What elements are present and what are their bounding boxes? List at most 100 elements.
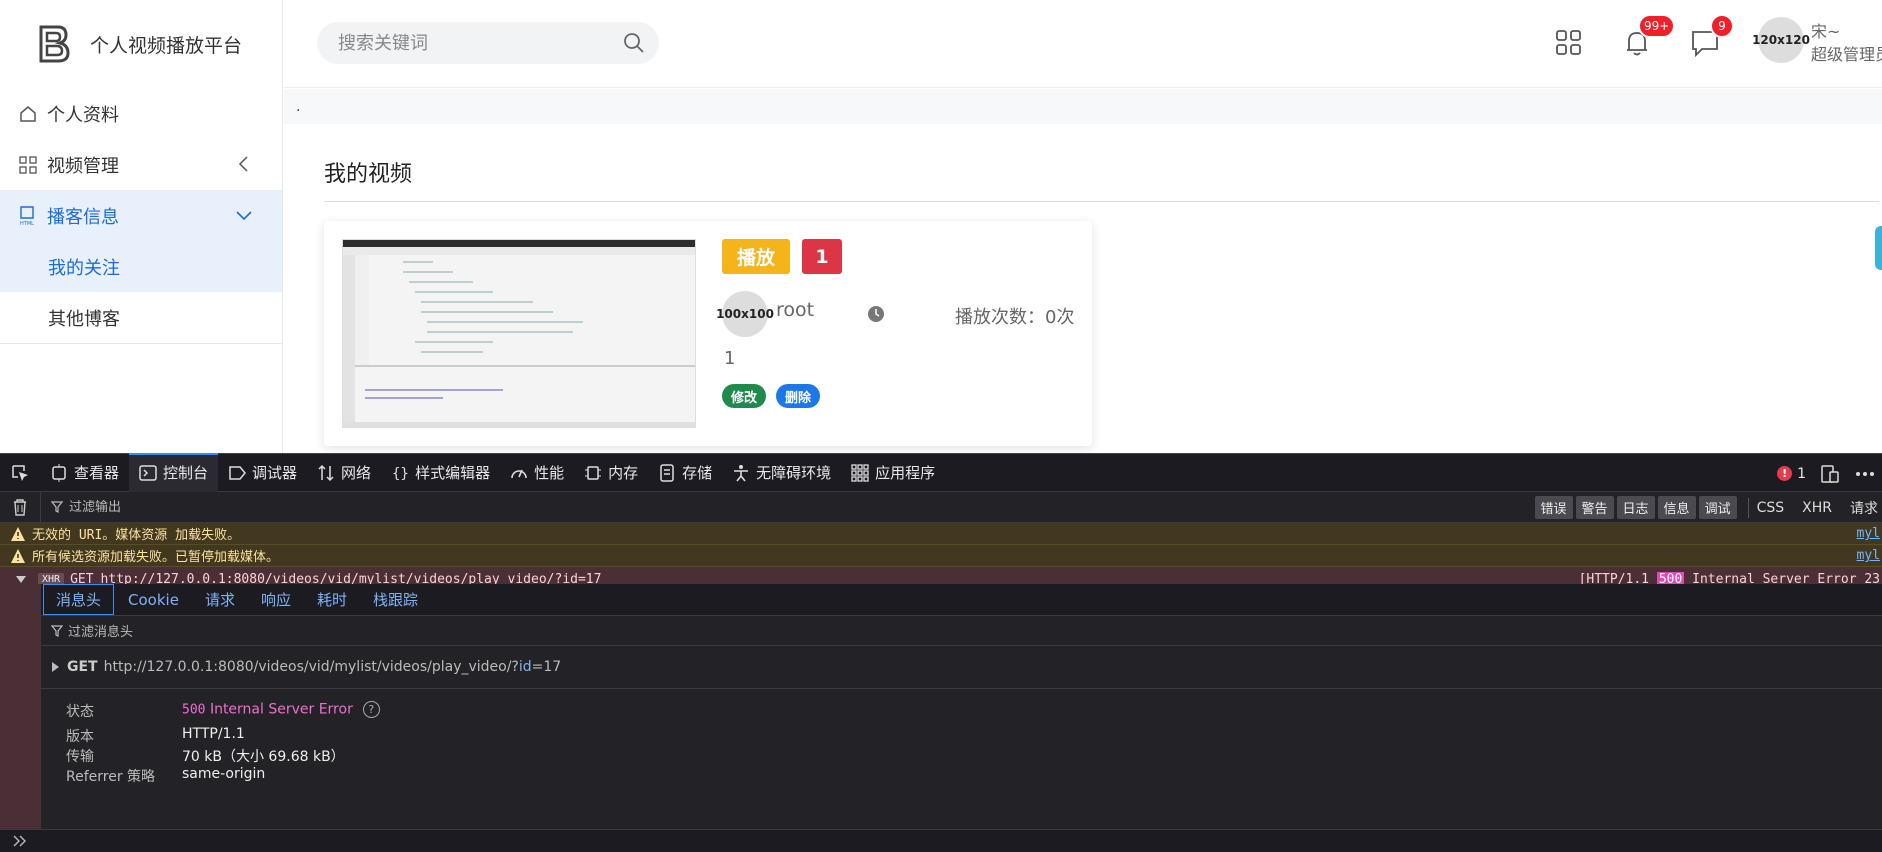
play-button[interactable]: 播放 [722, 239, 790, 274]
video-card: 播放 1 100x100 root 播放次数：0次 1 修改 删除 [324, 221, 1092, 446]
sidebar-item-label: 个人资料 [47, 104, 119, 126]
tab-label: 控制台 [163, 464, 209, 482]
content-panel: 我的视频 播放 1 100x100 root 播放次数：0次 1 修改 删除 [284, 124, 1882, 453]
tab-label: 无障碍环境 [756, 464, 832, 482]
app-title: 个人视频播放平台 [90, 34, 243, 57]
trash-icon[interactable] [0, 498, 40, 516]
top-bar: 99+ 9 120x120 宋~ 超级管理员 [284, 0, 1882, 88]
app-window: 个人视频播放平台 个人资料 视频管理 HTML 播客信息 我的关注 其他博客 搜… [0, 0, 1882, 453]
tab-inspector[interactable]: 查看器 [40, 453, 129, 492]
search-icon[interactable] [623, 32, 645, 54]
clock-icon [868, 306, 884, 322]
transfer-value: 70 kB（大小 69.68 kB） [182, 749, 345, 765]
level-xhr[interactable]: XHR [1802, 500, 1832, 516]
console-warning-row[interactable]: 所有候选资源加载失败。已暂停加载媒体。 myl [0, 545, 1882, 567]
tab-application[interactable]: 应用程序 [841, 453, 945, 492]
tab-performance[interactable]: 性能 [500, 453, 574, 492]
tab-debugger[interactable]: 调试器 [218, 453, 307, 492]
responsive-design-icon[interactable] [1820, 464, 1840, 484]
style-editor-icon: {} [392, 466, 409, 482]
filter-icon [51, 624, 63, 637]
tab-label: 内存 [608, 464, 639, 482]
console-filter-input[interactable] [69, 499, 369, 515]
edit-button[interactable]: 修改 [722, 384, 766, 408]
tab-headers[interactable]: 消息头 [43, 584, 115, 615]
level-logs[interactable]: 日志 [1616, 496, 1655, 519]
delete-button[interactable]: 删除 [776, 384, 820, 408]
console-filter-bar: 错误 警告 日志 信息 调试 CSS XHR 请求 [0, 491, 1882, 523]
xhr-detail-inner: 消息头 Cookie 请求 响应 耗时 栈跟踪 过滤消息头 GET http:/… [41, 584, 1882, 829]
sidebar-submenu: 我的关注 其他博客 [0, 241, 282, 344]
tab-request[interactable]: 请求 [193, 585, 247, 614]
brand-logo-icon [39, 25, 70, 63]
sidebar-item-podcast[interactable]: HTML 播客信息 [0, 190, 282, 241]
video-thumbnail[interactable] [342, 239, 696, 428]
level-info[interactable]: 信息 [1657, 496, 1696, 519]
sidebar-item-my-follow[interactable]: 我的关注 [0, 241, 282, 292]
search-input[interactable] [338, 32, 608, 54]
logo[interactable]: 个人视频播放平台 [0, 0, 282, 88]
console-filter [40, 491, 369, 523]
sidebar-item-label: 我的关注 [48, 257, 120, 279]
accessibility-icon [734, 464, 749, 481]
author-name: root [776, 299, 815, 321]
html-icon: HTML [18, 205, 38, 226]
chevron-left-icon [238, 156, 248, 172]
apps-grid-icon[interactable] [1554, 28, 1584, 58]
help-icon[interactable]: ? [362, 701, 380, 718]
status-key: 状态 [66, 704, 94, 720]
warning-icon [11, 548, 25, 563]
headers-filter[interactable]: 过滤消息头 [41, 616, 1882, 646]
messages-button[interactable]: 9 [1690, 14, 1734, 58]
level-warnings[interactable]: 警告 [1575, 496, 1614, 519]
error-count[interactable]: ! 1 [1777, 466, 1806, 482]
tab-style-editor[interactable]: {} 样式编辑器 [381, 453, 500, 492]
tab-label: 查看器 [74, 464, 120, 482]
sidebar-item-profile[interactable]: 个人资料 [0, 88, 282, 139]
console-input-line[interactable] [0, 829, 1882, 852]
tab-memory[interactable]: 内存 [574, 453, 648, 492]
devtools-panel: 查看器 控制台 调试器 网络 {} 样式编辑器 性能 内存 存储 无障碍环境 应… [0, 453, 1882, 852]
tab-accessibility[interactable]: 无障碍环境 [722, 453, 841, 492]
search-box [317, 22, 659, 64]
stray-dot: . [296, 99, 301, 115]
expand-right-triangle-icon[interactable] [51, 662, 59, 672]
home-icon [18, 104, 38, 124]
tab-timings[interactable]: 耗时 [305, 585, 359, 614]
warning-source-link[interactable]: myl [1857, 526, 1880, 541]
level-css[interactable]: CSS [1757, 500, 1785, 516]
request-summary[interactable]: GET http://127.0.0.1:8080/videos/vid/myl… [41, 646, 1882, 689]
play-count: 播放次数：0次 [955, 307, 1075, 328]
notification-bell[interactable]: 99+ [1622, 14, 1676, 58]
sidebar-item-other-blogs[interactable]: 其他博客 [0, 292, 282, 343]
main-content: . 我的视频 播放 1 100x100 root 播放次数：0次 1 修改 删除 [284, 89, 1882, 453]
request-query-value: =17 [531, 659, 562, 675]
tab-storage[interactable]: 存储 [648, 453, 722, 492]
double-chevron-right-icon [13, 835, 26, 847]
tab-stack-trace[interactable]: 栈跟踪 [361, 585, 430, 614]
devtools-toolbar: 查看器 控制台 调试器 网络 {} 样式编辑器 性能 内存 存储 无障碍环境 应… [0, 453, 1882, 492]
tab-network[interactable]: 网络 [307, 453, 381, 492]
tab-console[interactable]: 控制台 [129, 453, 219, 492]
expand-triangle-icon[interactable] [16, 574, 26, 584]
tab-cookie[interactable]: Cookie [116, 587, 191, 613]
avatar[interactable]: 120x120 [1752, 17, 1810, 63]
more-options-icon[interactable] [1854, 464, 1876, 484]
console-warning-row[interactable]: 无效的 URI。媒体资源 加载失败。 myl [0, 523, 1882, 545]
level-errors[interactable]: 错误 [1534, 496, 1573, 519]
memory-icon [585, 465, 602, 480]
filter-icon [51, 501, 63, 513]
tab-label: 网络 [341, 464, 372, 482]
status-text: Internal Server Error [209, 701, 353, 718]
tab-response[interactable]: 响应 [249, 585, 303, 614]
level-requests[interactable]: 请求 [1850, 498, 1878, 518]
level-debug[interactable]: 调试 [1698, 496, 1737, 519]
referrer-key: Referrer 策略 [66, 769, 156, 785]
code-editor-screenshot-image [343, 240, 695, 427]
side-float-button[interactable] [1875, 226, 1882, 270]
author-avatar[interactable]: 100x100 [716, 291, 774, 337]
warning-source-link[interactable]: myl [1857, 548, 1880, 563]
sidebar-item-video-manage[interactable]: 视频管理 [0, 139, 282, 190]
element-picker-icon[interactable] [0, 453, 40, 492]
referrer-value: same-origin [182, 766, 266, 782]
